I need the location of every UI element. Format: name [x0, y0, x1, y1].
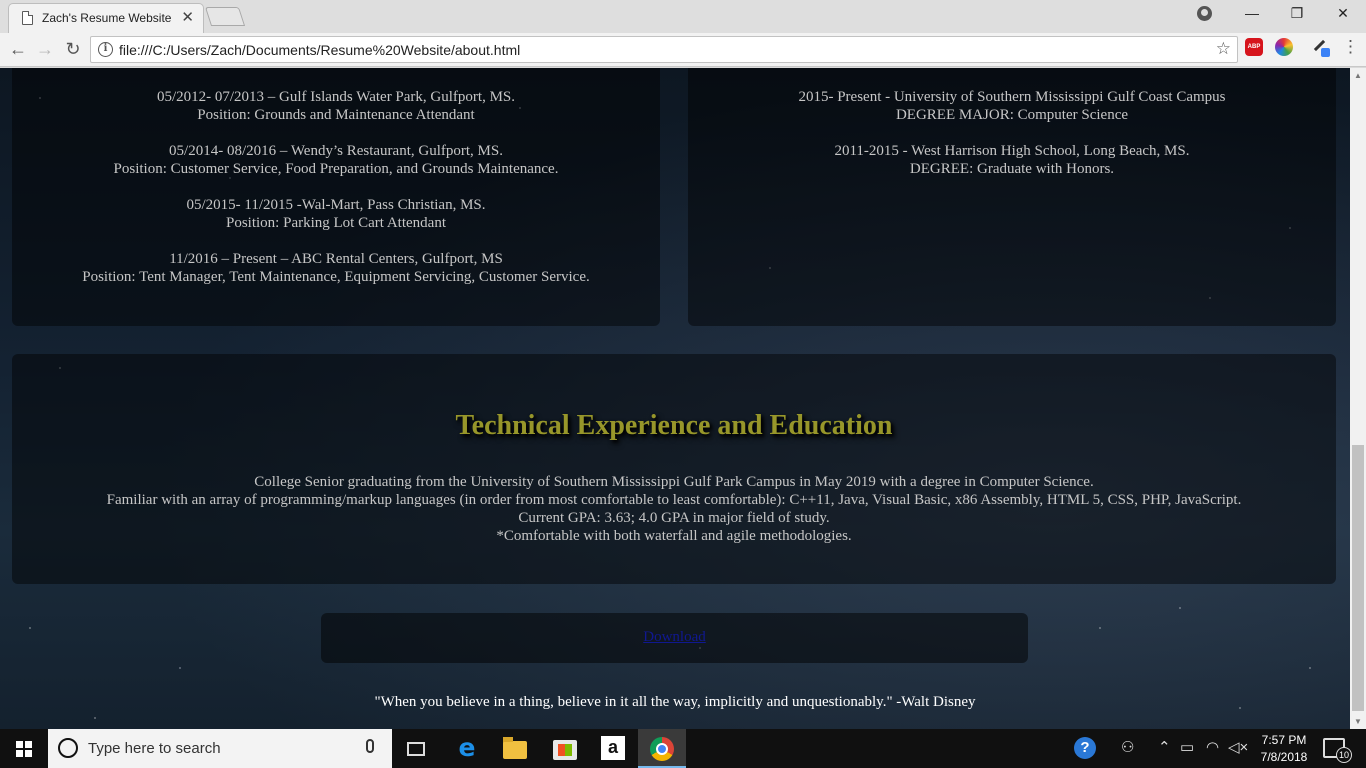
download-box: Download — [321, 613, 1028, 663]
technical-experience-panel: Technical Experience and Education Colle… — [12, 354, 1336, 584]
clock-time: 7:57 PM — [1261, 733, 1307, 747]
footer-quote: "When you believe in a thing, believe in… — [374, 694, 976, 710]
scroll-up-arrow-icon[interactable]: ▲ — [1354, 71, 1362, 80]
people-icon[interactable]: ⚇ — [1121, 739, 1134, 757]
education-entry-degree: DEGREE MAJOR: Computer Science — [895, 107, 1129, 123]
work-entry-dates: 05/2015- 11/2015 -Wal-Mart, Pass Christi… — [186, 197, 486, 213]
help-icon[interactable]: ? — [1074, 737, 1096, 759]
eyedropper-extension-icon[interactable] — [1311, 38, 1330, 57]
wifi-icon[interactable]: ◠ — [1206, 739, 1219, 757]
url-text[interactable]: file:///C:/Users/Zach/Documents/Resume%2… — [119, 42, 520, 58]
store-icon[interactable] — [553, 740, 577, 760]
browser-menu-icon[interactable]: ⋮ — [1342, 38, 1359, 56]
volume-muted-icon[interactable]: ◁× — [1228, 739, 1248, 757]
work-entry-position: Position: Customer Service, Food Prepara… — [113, 161, 559, 177]
education-entry-degree: DEGREE: Graduate with Honors. — [909, 161, 1115, 177]
technical-line: Familiar with an array of programming/ma… — [106, 492, 1242, 508]
windows-logo-icon — [16, 741, 32, 757]
education-list: 2015- Present - University of Southern M… — [688, 88, 1336, 196]
reload-icon[interactable]: ↻ — [60, 36, 86, 62]
edge-browser-icon[interactable]: e — [455, 735, 479, 760]
notification-count-badge: 10 — [1336, 747, 1352, 763]
education-entry-school: 2015- Present - University of Southern M… — [798, 89, 1226, 105]
download-link[interactable]: Download — [321, 629, 1028, 646]
minimize-button[interactable]: — — [1229, 0, 1275, 28]
chrome-taskbar-button[interactable] — [638, 729, 686, 768]
technical-section-body: College Senior graduating from the Unive… — [12, 473, 1336, 545]
work-entry-position: Position: Tent Manager, Tent Maintenance… — [82, 269, 590, 285]
search-placeholder: Type here to search — [88, 740, 221, 757]
education-entry: 2011-2015 - West Harrison High School, L… — [688, 142, 1336, 178]
color-extension-icon[interactable] — [1275, 38, 1293, 56]
taskbar: Type here to search e a ? ⚇ ⌃ ▭ ◠ ◁× 7:5… — [0, 729, 1366, 768]
education-entry-school: 2011-2015 - West Harrison High School, L… — [834, 143, 1190, 159]
system-clock[interactable]: 7:57 PM 7/8/2018 — [1254, 732, 1314, 766]
work-history-panel: 05/2012- 07/2013 – Gulf Islands Water Pa… — [12, 68, 660, 326]
forward-arrow-icon[interactable]: → — [32, 36, 58, 62]
window-close-button[interactable]: ✕ — [1320, 0, 1366, 28]
action-center-icon[interactable]: 10 — [1323, 738, 1352, 763]
task-view-icon[interactable] — [407, 742, 425, 756]
work-entry-dates: 05/2012- 07/2013 – Gulf Islands Water Pa… — [156, 89, 516, 105]
page-viewport: 05/2012- 07/2013 – Gulf Islands Water Pa… — [0, 68, 1350, 729]
work-entry: 11/2016 – Present – ABC Rental Centers, … — [12, 250, 660, 286]
tab-strip: Zach's Resume Website ✕ — ❐ ✕ — [0, 0, 1366, 33]
cortana-icon — [58, 738, 78, 758]
technical-line: *Comfortable with both waterfall and agi… — [496, 528, 852, 544]
info-icon[interactable]: i — [98, 42, 113, 57]
show-hidden-icons-chevron-icon[interactable]: ⌃ — [1158, 739, 1171, 757]
work-entry: 05/2014- 08/2016 – Wendy’s Restaurant, G… — [12, 142, 660, 178]
work-entry-dates: 11/2016 – Present – ABC Rental Centers, … — [169, 251, 503, 267]
microphone-icon[interactable] — [366, 739, 374, 753]
work-entry: 05/2015- 11/2015 -Wal-Mart, Pass Christi… — [12, 196, 660, 232]
technical-line: College Senior graduating from the Unive… — [254, 474, 1094, 490]
back-arrow-icon[interactable]: ← — [5, 36, 31, 62]
restore-button[interactable]: ❐ — [1274, 0, 1320, 28]
tab-title: Zach's Resume Website — [42, 11, 172, 25]
education-entry: 2015- Present - University of Southern M… — [688, 88, 1336, 124]
work-entry-position: Position: Parking Lot Cart Attendant — [226, 215, 446, 231]
bookmark-star-icon[interactable]: ☆ — [1216, 39, 1231, 59]
scrollbar-thumb[interactable] — [1352, 445, 1364, 711]
scroll-down-arrow-icon[interactable]: ▼ — [1354, 717, 1362, 726]
browser-tab[interactable]: Zach's Resume Website ✕ — [8, 3, 204, 33]
amazon-icon[interactable]: a — [601, 736, 625, 760]
account-icon[interactable] — [1197, 6, 1212, 21]
page-icon — [22, 11, 33, 25]
new-tab-button[interactable] — [204, 7, 246, 26]
start-button[interactable] — [0, 729, 48, 768]
address-bar[interactable]: i file:///C:/Users/Zach/Documents/Resume… — [90, 36, 1238, 63]
adblock-plus-icon[interactable]: ABP — [1245, 38, 1263, 56]
education-panel: 2015- Present - University of Southern M… — [688, 68, 1336, 326]
work-history-list: 05/2012- 07/2013 – Gulf Islands Water Pa… — [12, 88, 660, 304]
battery-icon[interactable]: ▭ — [1180, 739, 1194, 757]
file-explorer-icon[interactable] — [503, 737, 527, 759]
page-scrollbar[interactable]: ▲ ▼ — [1350, 68, 1366, 729]
work-entry-position: Position: Grounds and Maintenance Attend… — [197, 107, 475, 123]
clock-date: 7/8/2018 — [1260, 750, 1308, 764]
tab-close-icon[interactable]: ✕ — [181, 8, 194, 26]
browser-toolbar: ← → ↻ i file:///C:/Users/Zach/Documents/… — [0, 33, 1366, 67]
chrome-icon — [650, 737, 674, 761]
technical-line: Current GPA: 3.63; 4.0 GPA in major fiel… — [518, 510, 830, 526]
work-entry-dates: 05/2014- 08/2016 – Wendy’s Restaurant, G… — [169, 143, 503, 159]
work-entry: 05/2012- 07/2013 – Gulf Islands Water Pa… — [12, 88, 660, 124]
taskbar-search-box[interactable]: Type here to search — [48, 729, 392, 768]
technical-section-title: Technical Experience and Education — [455, 410, 893, 441]
